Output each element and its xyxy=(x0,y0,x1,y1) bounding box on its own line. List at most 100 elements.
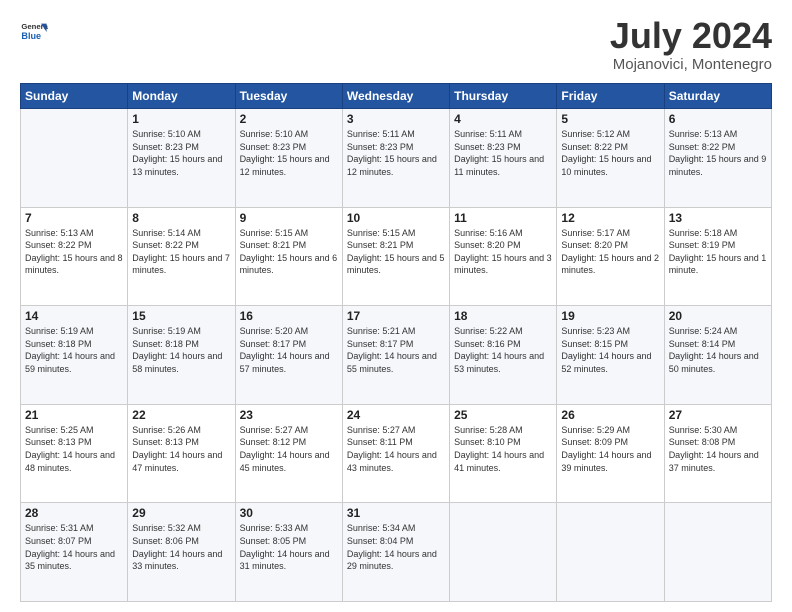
cell-info: Sunrise: 5:30 AM Sunset: 8:08 PM Dayligh… xyxy=(669,424,767,474)
cell-info: Sunrise: 5:13 AM Sunset: 8:22 PM Dayligh… xyxy=(669,128,767,178)
cell-info: Sunrise: 5:32 AM Sunset: 8:06 PM Dayligh… xyxy=(132,522,230,572)
calendar-header-row: Sunday Monday Tuesday Wednesday Thursday… xyxy=(21,84,772,109)
cell-info: Sunrise: 5:17 AM Sunset: 8:20 PM Dayligh… xyxy=(561,227,659,277)
day-number: 15 xyxy=(132,309,230,323)
day-number: 6 xyxy=(669,112,767,126)
day-number: 12 xyxy=(561,211,659,225)
calendar-cell: 1 Sunrise: 5:10 AM Sunset: 8:23 PM Daylig… xyxy=(128,109,235,208)
calendar-cell: 2 Sunrise: 5:10 AM Sunset: 8:23 PM Daylig… xyxy=(235,109,342,208)
day-number: 24 xyxy=(347,408,445,422)
col-tuesday: Tuesday xyxy=(235,84,342,109)
cell-info: Sunrise: 5:31 AM Sunset: 8:07 PM Dayligh… xyxy=(25,522,123,572)
cell-info: Sunrise: 5:16 AM Sunset: 8:20 PM Dayligh… xyxy=(454,227,552,277)
calendar-week-3: 14 Sunrise: 5:19 AM Sunset: 8:18 PM Dayli… xyxy=(21,306,772,405)
calendar-cell: 4Sunrise: 5:11 AM Sunset: 8:23 PM Daylig… xyxy=(450,109,557,208)
cell-info: Sunrise: 5:23 AM Sunset: 8:15 PM Dayligh… xyxy=(561,325,659,375)
day-number: 17 xyxy=(347,309,445,323)
calendar-cell: 3 Sunrise: 5:11 AM Sunset: 8:23 PM Daylig… xyxy=(342,109,449,208)
calendar-cell: 28 Sunrise: 5:31 AM Sunset: 8:07 PM Dayli… xyxy=(21,503,128,602)
cell-info: Sunrise: 5:18 AM Sunset: 8:19 PM Dayligh… xyxy=(669,227,767,277)
calendar-cell: 17Sunrise: 5:21 AM Sunset: 8:17 PM Dayli… xyxy=(342,306,449,405)
cell-info: Sunrise: 5:20 AM Sunset: 8:17 PM Dayligh… xyxy=(240,325,338,375)
cell-info: Sunrise: 5:12 AM Sunset: 8:22 PM Dayligh… xyxy=(561,128,659,178)
calendar-cell: 9Sunrise: 5:15 AM Sunset: 8:21 PM Daylig… xyxy=(235,207,342,306)
cell-info: Sunrise: 5:24 AM Sunset: 8:14 PM Dayligh… xyxy=(669,325,767,375)
day-number: 2 xyxy=(240,112,338,126)
calendar-cell xyxy=(21,109,128,208)
calendar-cell: 27 Sunrise: 5:30 AM Sunset: 8:08 PM Dayli… xyxy=(664,404,771,503)
cell-info: Sunrise: 5:15 AM Sunset: 8:21 PM Dayligh… xyxy=(347,227,445,277)
day-number: 19 xyxy=(561,309,659,323)
svg-text:Blue: Blue xyxy=(21,31,41,41)
col-sunday: Sunday xyxy=(21,84,128,109)
cell-info: Sunrise: 5:29 AM Sunset: 8:09 PM Dayligh… xyxy=(561,424,659,474)
calendar-cell: 5 Sunrise: 5:12 AM Sunset: 8:22 PM Daylig… xyxy=(557,109,664,208)
cell-info: Sunrise: 5:13 AM Sunset: 8:22 PM Dayligh… xyxy=(25,227,123,277)
day-number: 23 xyxy=(240,408,338,422)
day-number: 16 xyxy=(240,309,338,323)
col-friday: Friday xyxy=(557,84,664,109)
month-title: July 2024 xyxy=(610,18,772,54)
cell-info: Sunrise: 5:14 AM Sunset: 8:22 PM Dayligh… xyxy=(132,227,230,277)
cell-info: Sunrise: 5:28 AM Sunset: 8:10 PM Dayligh… xyxy=(454,424,552,474)
cell-info: Sunrise: 5:11 AM Sunset: 8:23 PM Dayligh… xyxy=(347,128,445,178)
calendar-cell xyxy=(450,503,557,602)
calendar-cell: 18 Sunrise: 5:22 AM Sunset: 8:16 PM Dayli… xyxy=(450,306,557,405)
calendar-cell: 15 Sunrise: 5:19 AM Sunset: 8:18 PM Dayli… xyxy=(128,306,235,405)
calendar-week-2: 7Sunrise: 5:13 AM Sunset: 8:22 PM Daylig… xyxy=(21,207,772,306)
day-number: 3 xyxy=(347,112,445,126)
title-area: July 2024 Mojanovici, Montenegro xyxy=(610,18,772,73)
cell-info: Sunrise: 5:33 AM Sunset: 8:05 PM Dayligh… xyxy=(240,522,338,572)
page: General Blue July 2024 Mojanovici, Monte… xyxy=(0,0,792,612)
calendar-cell: 14Sunrise: 5:19 AM Sunset: 8:18 PM Dayli… xyxy=(21,306,128,405)
calendar-cell: 31Sunrise: 5:34 AM Sunset: 8:04 PM Dayli… xyxy=(342,503,449,602)
calendar-cell: 7Sunrise: 5:13 AM Sunset: 8:22 PM Daylig… xyxy=(21,207,128,306)
subtitle: Mojanovici, Montenegro xyxy=(610,56,772,73)
cell-info: Sunrise: 5:26 AM Sunset: 8:13 PM Dayligh… xyxy=(132,424,230,474)
logo: General Blue xyxy=(20,18,48,46)
col-thursday: Thursday xyxy=(450,84,557,109)
col-saturday: Saturday xyxy=(664,84,771,109)
calendar-week-1: 1 Sunrise: 5:10 AM Sunset: 8:23 PM Daylig… xyxy=(21,109,772,208)
cell-info: Sunrise: 5:10 AM Sunset: 8:23 PM Dayligh… xyxy=(132,128,230,178)
calendar-cell: 19 Sunrise: 5:23 AM Sunset: 8:15 PM Dayli… xyxy=(557,306,664,405)
day-number: 14 xyxy=(25,309,123,323)
calendar-cell: 29Sunrise: 5:32 AM Sunset: 8:06 PM Dayli… xyxy=(128,503,235,602)
calendar-cell: 23 Sunrise: 5:27 AM Sunset: 8:12 PM Dayli… xyxy=(235,404,342,503)
day-number: 10 xyxy=(347,211,445,225)
day-number: 11 xyxy=(454,211,552,225)
cell-info: Sunrise: 5:27 AM Sunset: 8:11 PM Dayligh… xyxy=(347,424,445,474)
cell-info: Sunrise: 5:19 AM Sunset: 8:18 PM Dayligh… xyxy=(132,325,230,375)
cell-info: Sunrise: 5:25 AM Sunset: 8:13 PM Dayligh… xyxy=(25,424,123,474)
logo-icon: General Blue xyxy=(20,18,48,46)
day-number: 20 xyxy=(669,309,767,323)
calendar-week-5: 28 Sunrise: 5:31 AM Sunset: 8:07 PM Dayli… xyxy=(21,503,772,602)
calendar-cell xyxy=(557,503,664,602)
calendar-cell: 16 Sunrise: 5:20 AM Sunset: 8:17 PM Dayli… xyxy=(235,306,342,405)
header: General Blue July 2024 Mojanovici, Monte… xyxy=(20,18,772,73)
calendar-cell: 10 Sunrise: 5:15 AM Sunset: 8:21 PM Dayli… xyxy=(342,207,449,306)
calendar-cell: 8 Sunrise: 5:14 AM Sunset: 8:22 PM Daylig… xyxy=(128,207,235,306)
calendar-cell: 22Sunrise: 5:26 AM Sunset: 8:13 PM Dayli… xyxy=(128,404,235,503)
day-number: 27 xyxy=(669,408,767,422)
calendar-cell xyxy=(664,503,771,602)
day-number: 13 xyxy=(669,211,767,225)
cell-info: Sunrise: 5:22 AM Sunset: 8:16 PM Dayligh… xyxy=(454,325,552,375)
day-number: 30 xyxy=(240,506,338,520)
day-number: 25 xyxy=(454,408,552,422)
calendar-cell: 25 Sunrise: 5:28 AM Sunset: 8:10 PM Dayli… xyxy=(450,404,557,503)
cell-info: Sunrise: 5:10 AM Sunset: 8:23 PM Dayligh… xyxy=(240,128,338,178)
cell-info: Sunrise: 5:15 AM Sunset: 8:21 PM Dayligh… xyxy=(240,227,338,277)
day-number: 4 xyxy=(454,112,552,126)
calendar-cell: 21Sunrise: 5:25 AM Sunset: 8:13 PM Dayli… xyxy=(21,404,128,503)
day-number: 26 xyxy=(561,408,659,422)
calendar-table: Sunday Monday Tuesday Wednesday Thursday… xyxy=(20,83,772,602)
day-number: 28 xyxy=(25,506,123,520)
calendar-cell: 20 Sunrise: 5:24 AM Sunset: 8:14 PM Dayli… xyxy=(664,306,771,405)
calendar-cell: 6 Sunrise: 5:13 AM Sunset: 8:22 PM Daylig… xyxy=(664,109,771,208)
cell-info: Sunrise: 5:27 AM Sunset: 8:12 PM Dayligh… xyxy=(240,424,338,474)
day-number: 1 xyxy=(132,112,230,126)
day-number: 18 xyxy=(454,309,552,323)
day-number: 5 xyxy=(561,112,659,126)
day-number: 8 xyxy=(132,211,230,225)
